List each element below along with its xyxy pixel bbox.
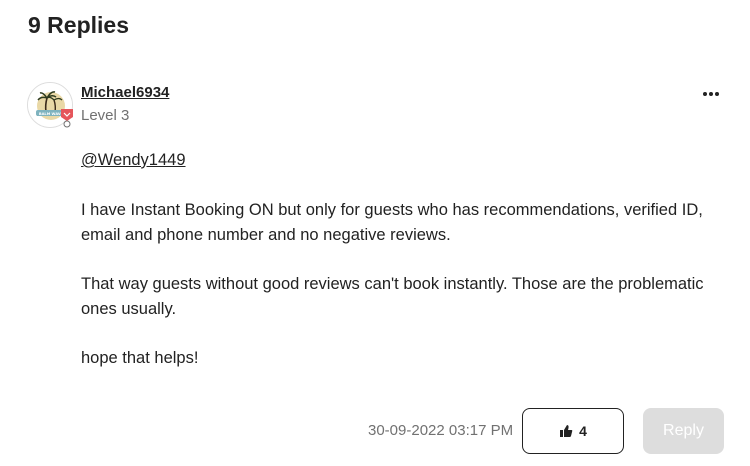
reply-paragraph: hope that helps!	[81, 349, 199, 367]
author-level: Level 3	[81, 107, 130, 124]
mention-link[interactable]: @Wendy1449	[81, 148, 721, 173]
post-timestamp: 30-09-2022 03:17 PM	[368, 422, 514, 439]
reply-button[interactable]: Reply	[643, 408, 724, 454]
reply-paragraph: I have Instant Booking ON but only for g…	[81, 201, 703, 244]
like-count: 4	[579, 423, 587, 439]
reply-paragraph: That way guests without good reviews can…	[81, 275, 704, 318]
like-button[interactable]: 4	[522, 408, 624, 454]
replies-heading: 9 Replies	[28, 12, 129, 38]
more-options-icon[interactable]	[700, 86, 722, 102]
thumbs-up-icon	[560, 425, 573, 437]
level-badge-icon	[60, 108, 74, 128]
author-username-link[interactable]: Michael6934	[81, 84, 169, 101]
reply-thread: 9 Replies BALM WAVE Michael6934 Level 3	[0, 0, 750, 466]
